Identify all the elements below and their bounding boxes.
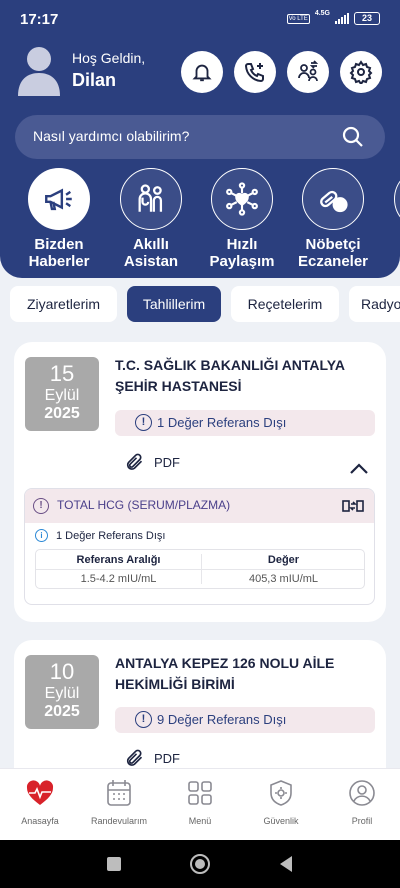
result-value: 405,3 mIU/mL xyxy=(248,573,319,585)
tab-radiology[interactable]: Radyo xyxy=(349,286,400,322)
battery-icon: 23 xyxy=(354,12,380,25)
reference-range-header: Referans Aralığı xyxy=(76,554,161,566)
info-icon: ! xyxy=(135,414,152,431)
quick-action-news[interactable]: Bizden Haberler xyxy=(12,168,106,270)
status-icons: Vo LTE 4.5G 23 xyxy=(286,10,380,25)
share-heart-icon xyxy=(211,168,273,230)
megaphone-icon xyxy=(28,168,90,230)
header: 17:17 Vo LTE 4.5G 23 Hoş Geldin, Dilan N… xyxy=(0,0,400,278)
search-bar[interactable]: Nasıl yardımcı olabilirim? xyxy=(15,115,385,159)
nav-security[interactable]: Güvenlik xyxy=(241,779,321,826)
home-icon[interactable] xyxy=(189,853,211,875)
info-icon: ! xyxy=(33,498,49,514)
compare-icon[interactable] xyxy=(342,498,364,514)
tab-visits[interactable]: Ziyaretlerim xyxy=(10,286,117,322)
gear-icon xyxy=(349,60,373,84)
doctor-patient-icon xyxy=(120,168,182,230)
volte-badge: Vo LTE xyxy=(286,13,310,24)
status-bar: 17:17 Vo LTE 4.5G 23 xyxy=(0,0,400,40)
quick-action-more[interactable] xyxy=(378,168,400,230)
reference-status-badge: ! 1 Değer Referans Dışı xyxy=(115,410,375,436)
value-header: Değer xyxy=(267,554,300,566)
quick-action-pharmacies[interactable]: Nöbetçi Eczaneler xyxy=(286,168,380,270)
avatar[interactable] xyxy=(16,46,62,96)
tab-prescriptions[interactable]: Reçetelerim xyxy=(231,286,339,322)
test-result-panel: ! TOTAL HCG (SERUM/PLAZMA) i 1 Değer Ref… xyxy=(24,488,375,605)
nav-profile[interactable]: Profil xyxy=(322,779,400,826)
nav-menu[interactable]: Menü xyxy=(160,779,240,826)
shield-gear-icon xyxy=(270,780,292,806)
bottom-nav: Anasayfa Randevularım Menü Güvenlik Prof… xyxy=(0,768,400,840)
info-icon: ! xyxy=(135,711,152,728)
search-input[interactable]: Nasıl yardımcı olabilirim? xyxy=(33,128,189,144)
switch-user-button[interactable] xyxy=(287,51,329,93)
grid-menu-icon xyxy=(188,781,212,805)
recents-icon[interactable] xyxy=(106,856,122,872)
users-switch-icon xyxy=(298,60,319,82)
user-name: Dilan xyxy=(72,70,117,90)
date-box: 15 Eylül 2025 xyxy=(25,357,99,431)
notifications-button[interactable] xyxy=(181,51,223,93)
pill-icon xyxy=(302,168,364,230)
pdf-button[interactable]: PDF xyxy=(124,452,180,472)
result-status: i 1 Değer Referans Dışı xyxy=(35,529,165,542)
reference-status-badge: ! 9 Değer Referans Dışı xyxy=(115,707,375,733)
signal-icon xyxy=(335,13,349,24)
test-card: 15 Eylül 2025 T.C. SAĞLIK BAKANLIĞI ANTA… xyxy=(14,342,386,622)
quick-action-assistant[interactable]: Akıllı Asistan xyxy=(104,168,198,270)
hospital-name: T.C. SAĞLIK BAKANLIĞI ANTALYA ŞEHİR HAST… xyxy=(115,357,345,394)
calendar-icon xyxy=(107,780,131,806)
quick-action-share[interactable]: Hızlı Paylaşım xyxy=(195,168,289,270)
reference-range-value: 1.5-4.2 mIU/mL xyxy=(80,573,157,585)
settings-button[interactable] xyxy=(340,51,382,93)
bell-icon xyxy=(192,64,212,82)
back-icon[interactable] xyxy=(278,855,294,873)
heart-home-icon xyxy=(26,780,54,805)
info-icon: i xyxy=(35,529,48,542)
paperclip-icon xyxy=(126,453,143,470)
nav-home[interactable]: Anasayfa xyxy=(0,779,80,826)
hospital-name: ANTALYA KEPEZ 126 NOLU AİLE HEKİMLİĞİ Bİ… xyxy=(115,655,335,692)
profile-icon xyxy=(349,780,375,806)
date-box: 10 Eylül 2025 xyxy=(25,655,99,729)
nav-appointments[interactable]: Randevularım xyxy=(79,779,159,826)
test-result-header[interactable]: ! TOTAL HCG (SERUM/PLAZMA) xyxy=(25,489,374,523)
phone-plus-icon xyxy=(244,63,264,83)
status-time: 17:17 xyxy=(20,11,59,28)
call-button[interactable] xyxy=(234,51,276,93)
pdf-button[interactable]: PDF xyxy=(124,748,180,768)
tab-tests[interactable]: Tahlillerim xyxy=(127,286,221,322)
system-nav-bar xyxy=(0,840,400,888)
paperclip-icon xyxy=(126,749,143,766)
network-type: 4.5G xyxy=(314,10,330,17)
reference-table: Referans Aralığı Değer 1.5-4.2 mIU/mL 40… xyxy=(35,549,365,589)
chevron-up-icon[interactable] xyxy=(348,462,370,476)
search-icon xyxy=(342,126,363,147)
greeting-text: Hoş Geldin, xyxy=(72,50,146,66)
